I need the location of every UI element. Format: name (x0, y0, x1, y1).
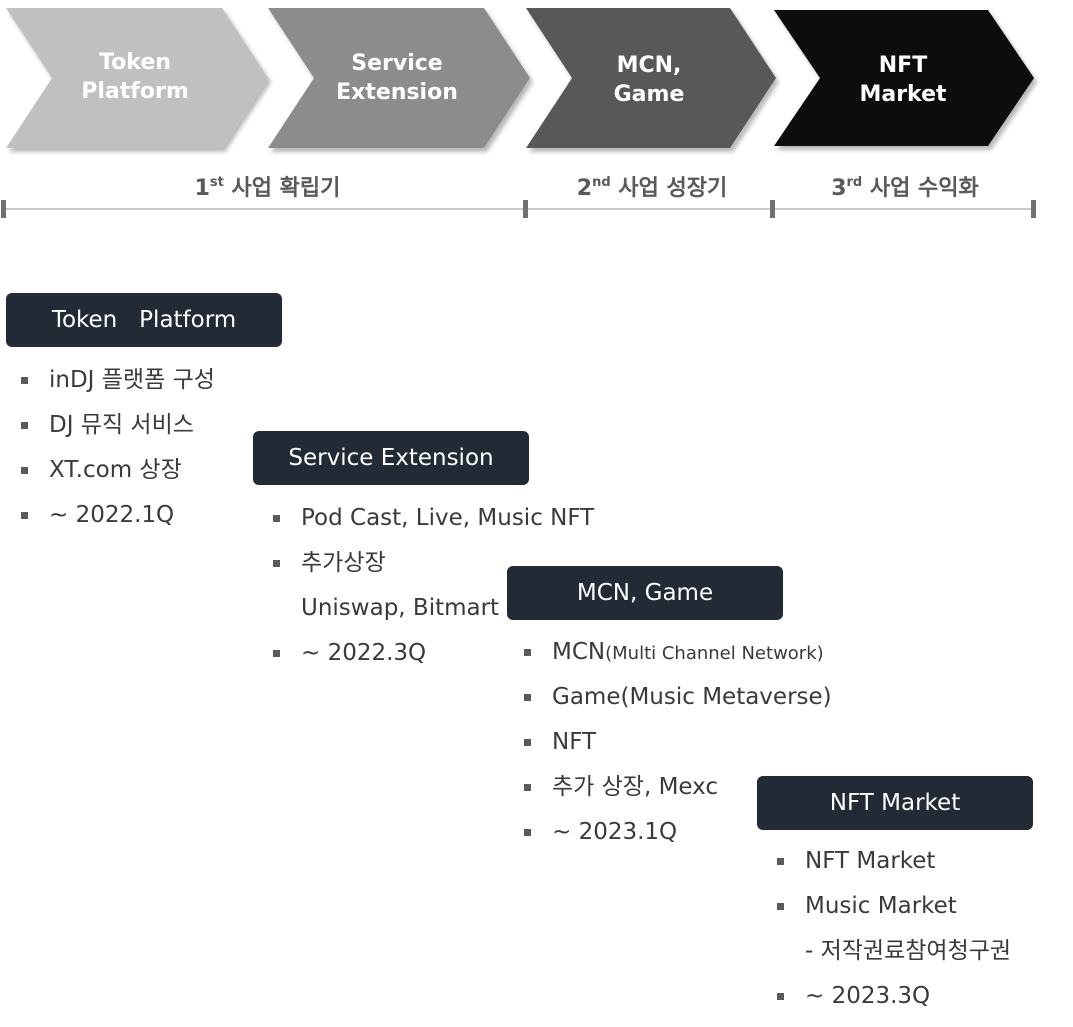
list-item-text: - 저작권료참여청구권 (805, 938, 1012, 964)
bullet-icon (21, 467, 28, 474)
stage-label-token-platform: Token Platform (81, 50, 189, 104)
list-item: MCN(Multi Channel Network) (524, 638, 832, 683)
phase-label-2: 2nd 사업 성장기 (562, 170, 742, 202)
phase-num: 3 (831, 176, 847, 201)
phase-num: 1 (194, 176, 210, 201)
list-item: 추가 상장, Mexc (524, 773, 832, 818)
list-token-platform: inDJ 플랫폼 구성 DJ 뮤직 서비스 XT.com 상장 ~ 2022.1… (21, 366, 215, 546)
list-item-text: NFT (552, 729, 597, 755)
stage-label-service-extension: Service Extension (336, 51, 458, 105)
phase-text: 사업 확립기 (231, 176, 341, 201)
bullet-icon (21, 512, 28, 519)
list-item-text: ~ 2022.1Q (49, 502, 175, 528)
list-item: ~ 2022.1Q (21, 501, 215, 546)
timeline-line (4, 208, 1036, 210)
phase-sup: st (209, 175, 224, 190)
phase-num: 2 (576, 176, 593, 201)
list-item: NFT (524, 728, 832, 773)
list-item-note: (Multi Channel Network) (605, 643, 824, 664)
list-item: NFT Market (777, 847, 1011, 892)
bullet-icon (777, 993, 784, 1000)
list-item-text: ~ 2022.3Q (301, 640, 427, 666)
list-item-text: Game(Music Metaverse) (552, 684, 832, 710)
list-subitem: Uniswap, Bitmart (273, 594, 594, 639)
list-item-text: DJ 뮤직 서비스 (49, 412, 194, 438)
phase-sup: nd (592, 175, 611, 190)
list-item-text: 추가 상장, Mexc (552, 774, 719, 800)
phase-label-1: 1st 사업 확립기 (180, 170, 355, 202)
timeline-tick (523, 200, 528, 218)
timeline-tick (1, 200, 6, 218)
bullet-icon (524, 694, 531, 701)
phase-label-3: 3rd 사업 수익화 (815, 170, 995, 202)
list-item: XT.com 상장 (21, 456, 215, 501)
section-title-service-extension: Service Extension (253, 431, 529, 485)
timeline-tick (770, 200, 775, 218)
phase-sup: rd (846, 175, 863, 190)
section-title-token-platform: Token Platform (6, 293, 282, 347)
list-item-text: ~ 2023.3Q (805, 983, 931, 1009)
list-nft-market: NFT Market Music Market - 저작권료참여청구권 ~ 20… (777, 847, 1011, 1027)
bullet-icon (21, 422, 28, 429)
bullet-icon (524, 784, 531, 791)
list-item-text: NFT Market (805, 848, 936, 874)
list-item: Game(Music Metaverse) (524, 683, 832, 728)
list-item: DJ 뮤직 서비스 (21, 411, 215, 456)
bullet-icon (273, 515, 280, 522)
list-item-text: MCN (552, 639, 606, 665)
bullet-icon (273, 650, 280, 657)
phase-text: 사업 성장기 (618, 176, 728, 201)
timeline-tick (1031, 200, 1036, 218)
bullet-icon (524, 739, 531, 746)
list-item-text: inDJ 플랫폼 구성 (49, 367, 215, 393)
phase-text: 사업 수익화 (869, 176, 979, 201)
list-item: ~ 2023.3Q (777, 982, 1011, 1027)
list-item-text: XT.com 상장 (49, 457, 182, 483)
list-item-text: 추가상장 (301, 550, 386, 576)
list-item-text: Music Market (805, 893, 957, 919)
stage-label-nft-market: NFT Market (859, 53, 947, 107)
list-item-text: ~ 2023.1Q (552, 819, 678, 845)
bullet-icon (21, 377, 28, 384)
stage-label-mcn-game: MCN, Game (613, 53, 685, 107)
list-item: inDJ 플랫폼 구성 (21, 366, 215, 411)
list-item: Music Market (777, 892, 1011, 937)
bullet-icon (777, 903, 784, 910)
list-subitem: - 저작권료참여청구권 (777, 937, 1011, 982)
list-item-text: Uniswap, Bitmart (301, 595, 500, 621)
bullet-icon (524, 649, 531, 656)
bullet-icon (273, 560, 280, 567)
list-item: Pod Cast, Live, Music NFT (273, 504, 594, 549)
bullet-icon (777, 858, 784, 865)
bullet-icon (524, 829, 531, 836)
list-item-text: Pod Cast, Live, Music NFT (301, 505, 595, 531)
list-mcn-game: MCN(Multi Channel Network) Game(Music Me… (524, 638, 832, 863)
list-item: 추가상장 (273, 549, 594, 594)
